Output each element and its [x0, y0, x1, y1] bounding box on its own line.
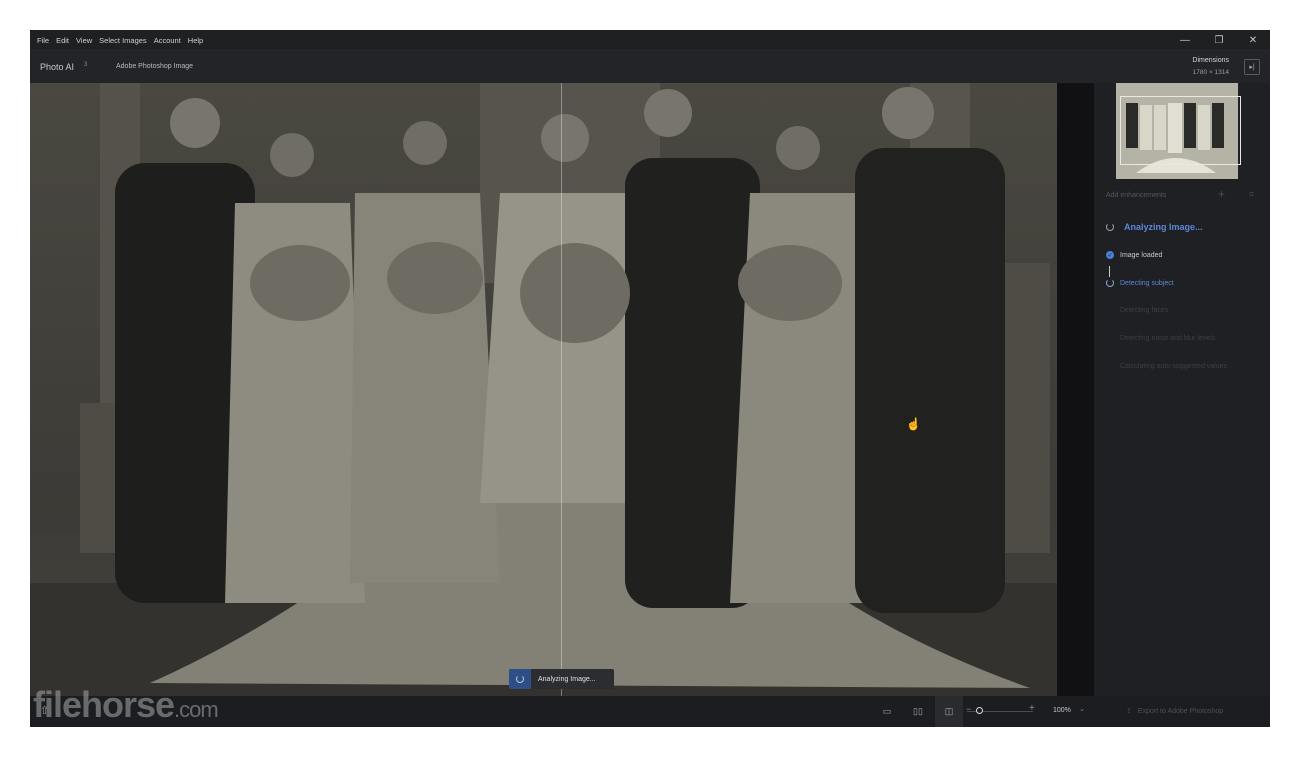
image-count-badge: 3	[84, 62, 88, 68]
bottom-toolbar: filehorse.com ⇧ ▭ ▯▯ ◫ − + 100% ⌄ ⇪ Expo…	[30, 684, 1270, 727]
restore-button[interactable]: ❐	[1202, 30, 1236, 50]
side-by-side-icon: ▯▯	[913, 706, 923, 716]
window-controls: — ❐ ✕	[1168, 30, 1270, 50]
step-connector	[1109, 266, 1110, 277]
menu-edit[interactable]: Edit	[56, 36, 69, 45]
step-detecting-faces: Detecting faces	[1120, 307, 1169, 314]
panel-toggle-icon[interactable]: ▸|	[1244, 59, 1260, 75]
watermark-logo: filehorse.com	[33, 684, 219, 725]
image-canvas[interactable]: ☝ Analyzing Image...	[30, 83, 1057, 696]
dimensions-label: Dimensions	[1192, 57, 1229, 64]
zoom-slider-knob[interactable]	[976, 707, 983, 714]
analyzing-toast: Analyzing Image...	[509, 669, 614, 689]
image-source-label: Adobe Photoshop Image	[116, 63, 194, 70]
step-detecting-subject: Detecting subject	[1106, 279, 1174, 287]
check-icon: ✓	[1106, 251, 1114, 259]
analysis-status: Analyzing Image...	[1106, 222, 1203, 232]
right-panel: Add enhancements + ⌗ Analyzing Image... …	[1094, 83, 1270, 696]
step-calculating-values: Calculating auto-suggested values	[1120, 363, 1228, 370]
minimize-button[interactable]: —	[1168, 30, 1202, 50]
export-label: Export to Adobe Photoshop	[1137, 707, 1224, 715]
dimensions-value: 1780 × 1314	[1192, 69, 1229, 76]
step-image-loaded: ✓ Image loaded	[1106, 251, 1163, 259]
menu-view[interactable]: View	[76, 36, 92, 45]
export-icon: ⇪	[1126, 708, 1132, 715]
app-name: Photo AI	[40, 62, 75, 72]
menu-select-images[interactable]: Select Images	[99, 36, 147, 45]
wedding-photo	[30, 83, 1057, 696]
export-button[interactable]: ⇪ Export to Adobe Photoshop	[1126, 707, 1224, 716]
single-view-button[interactable]: ▭	[873, 696, 901, 727]
split-view-button[interactable]: ◫	[935, 696, 963, 727]
add-enhancement-plus-icon[interactable]: +	[1218, 187, 1225, 201]
analyzing-toast-label: Analyzing Image...	[538, 675, 596, 683]
zoom-value[interactable]: 100%	[1053, 707, 1071, 714]
single-view-icon: ▭	[882, 706, 892, 716]
step-detecting-noise: Detecting noise and blur levels	[1120, 335, 1216, 342]
side-by-side-button[interactable]: ▯▯	[904, 696, 932, 727]
navigator-viewport[interactable]	[1120, 96, 1241, 165]
add-enhancements-label: Add enhancements	[1106, 192, 1167, 199]
crop-icon[interactable]: ⌗	[1249, 189, 1254, 200]
menu-help[interactable]: Help	[188, 36, 203, 45]
hand-cursor-icon: ☝	[906, 417, 921, 431]
menu-account[interactable]: Account	[154, 36, 181, 45]
zoom-out-icon[interactable]: −	[966, 704, 971, 714]
menu-bar: File Edit View Select Images Account Hel…	[30, 30, 1270, 50]
upload-icon[interactable]: ⇧	[40, 704, 49, 717]
spinner-icon	[509, 669, 531, 689]
photo-ai-window: File Edit View Select Images Account Hel…	[30, 30, 1270, 727]
canvas-gutter	[1057, 83, 1094, 696]
status-title: Analyzing Image...	[1124, 222, 1203, 232]
split-view-icon: ◫	[944, 706, 954, 716]
status-spinner-icon	[1106, 223, 1114, 231]
menu-file[interactable]: File	[37, 36, 49, 45]
header-bar: Photo AI 3 Adobe Photoshop Image Dimensi…	[30, 50, 1270, 84]
close-button[interactable]: ✕	[1236, 30, 1270, 50]
chevron-down-icon[interactable]: ⌄	[1079, 705, 1085, 713]
compare-divider[interactable]	[561, 83, 562, 696]
step-spinner-icon	[1106, 279, 1114, 287]
zoom-in-icon[interactable]: +	[1029, 703, 1035, 714]
